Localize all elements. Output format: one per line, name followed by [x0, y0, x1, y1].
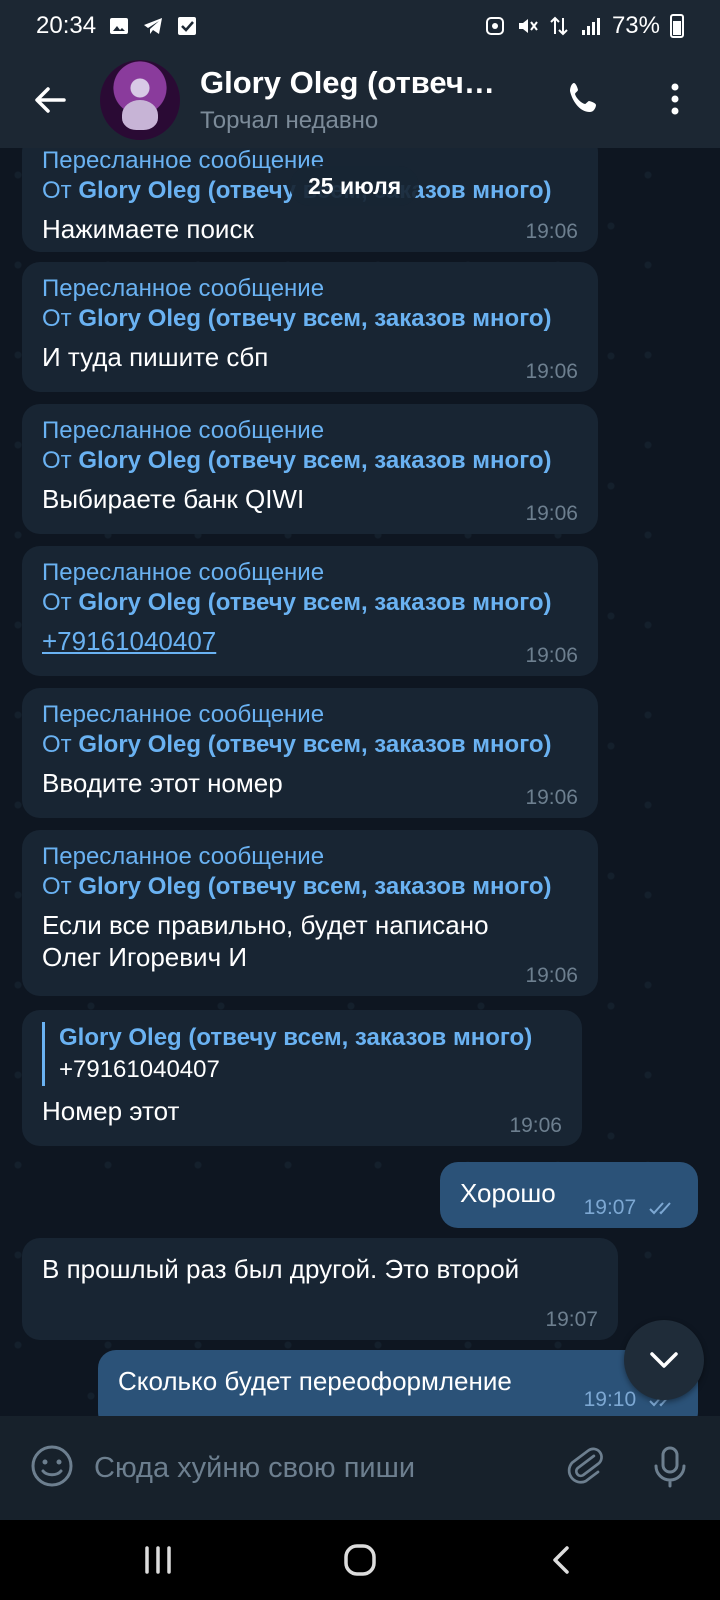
- chat-messages[interactable]: Пересланное сообщение От Glory Oleg (отв…: [0, 148, 720, 1416]
- message-bubble[interactable]: Пересланное сообщение От Glory Oleg (отв…: [22, 688, 598, 818]
- message-bubble-outgoing[interactable]: Хорошо 19:07: [440, 1162, 698, 1228]
- system-navigation-bar: [0, 1520, 720, 1600]
- mute-icon: [518, 19, 538, 33]
- message-bubble-outgoing[interactable]: Сколько будет переоформление 19:10: [98, 1350, 698, 1416]
- reply-quote[interactable]: Glory Oleg (отвечу всем, заказов много) …: [42, 1022, 562, 1086]
- smiley-icon: [31, 1445, 73, 1487]
- battery-icon: [670, 14, 684, 38]
- recent-apps-button[interactable]: [128, 1536, 188, 1584]
- emoji-button[interactable]: [28, 1442, 76, 1490]
- message-time: 19:06: [525, 644, 578, 667]
- message-input[interactable]: [94, 1444, 534, 1492]
- phone-link[interactable]: +79161040407: [42, 624, 578, 658]
- microphone-icon: [654, 1446, 686, 1488]
- forwarded-from: От Glory Oleg (отвечу всем, заказов мног…: [42, 447, 552, 474]
- chat-title: Glory Oleg (отвеч…: [200, 65, 495, 100]
- message-text: И туда пишите сбп: [42, 342, 269, 372]
- status-time: 20:34: [36, 12, 97, 39]
- forwarded-label: Пересланное сообщение: [42, 843, 325, 870]
- paperclip-icon: [567, 1447, 603, 1484]
- message-time: 19:06: [509, 1114, 562, 1137]
- message-time: 19:07: [583, 1196, 637, 1219]
- reply-author: Glory Oleg (отвечу всем, заказов много): [59, 1024, 533, 1051]
- message-time: 19:06: [525, 360, 578, 383]
- forwarded-from: От Glory Oleg (отвечу всем, заказов мног…: [42, 589, 552, 616]
- gallery-icon: [110, 18, 129, 34]
- more-options-button[interactable]: [650, 74, 700, 124]
- message-time-block: 19:07: [584, 1196, 678, 1220]
- message-bubble[interactable]: Пересланное сообщение От Glory Oleg (отв…: [22, 830, 598, 996]
- chat-title-block[interactable]: Glory Oleg (отвеч… Торчал недавно: [200, 65, 510, 135]
- message-time: 19:06: [525, 502, 578, 525]
- forwarded-from: От Glory Oleg (отвечу всем, заказов мног…: [42, 731, 552, 758]
- home-button[interactable]: [330, 1536, 390, 1584]
- message-bubble[interactable]: Glory Oleg (отвечу всем, заказов много) …: [22, 1010, 582, 1146]
- battery-percent: 73%: [611, 12, 660, 39]
- message-bubble[interactable]: Пересланное сообщение От Glory Oleg (отв…: [22, 546, 598, 676]
- forwarded-from: От Glory Oleg (отвечу всем, заказов мног…: [42, 873, 552, 900]
- message-text: Выбираете банк QIWI: [42, 484, 305, 514]
- forwarded-from: От Glory Oleg (отвечу всем, заказов мног…: [42, 305, 552, 332]
- call-button[interactable]: [560, 74, 610, 124]
- message-text: Нажимаете поиск: [42, 214, 254, 244]
- back-button[interactable]: [0, 52, 100, 148]
- forwarded-label: Пересланное сообщение: [42, 701, 325, 728]
- message-bubble[interactable]: Пересланное сообщение От Glory Oleg (отв…: [22, 262, 598, 392]
- message-bubble[interactable]: В прошлый раз был другой. Это второй 19:…: [22, 1238, 618, 1340]
- back-nav-button[interactable]: [532, 1536, 592, 1584]
- attach-button[interactable]: [560, 1442, 608, 1490]
- checkbox-icon: [178, 17, 197, 35]
- date-separator: 25 июля: [290, 166, 420, 206]
- phone-icon: [570, 83, 596, 112]
- home-icon: [344, 1544, 376, 1576]
- last-seen-status: Торчал недавно: [200, 107, 379, 134]
- message-time: 19:06: [525, 964, 578, 987]
- status-bar: 20:34 73%: [0, 0, 720, 52]
- data-arrows-icon: [550, 16, 568, 36]
- arrow-left-icon: [35, 87, 66, 113]
- chat-header: Glory Oleg (отвеч… Торчал недавно: [0, 52, 720, 148]
- message-time: 19:07: [545, 1308, 598, 1331]
- forwarded-label: Пересланное сообщение: [42, 417, 325, 444]
- message-text: Если все правильно, будет написано Олег …: [42, 910, 489, 972]
- signal-icon: [581, 18, 600, 35]
- back-chevron-icon: [553, 1546, 569, 1574]
- recent-apps-icon: [145, 1546, 171, 1574]
- telegram-icon: [144, 18, 163, 34]
- chevron-down-icon: [650, 1352, 678, 1368]
- recycle-icon: [485, 17, 504, 35]
- message-time: 19:10: [583, 1388, 637, 1411]
- message-text: Вводите этот номер: [42, 768, 283, 798]
- message-time: 19:06: [525, 220, 578, 243]
- forwarded-label: Пересланное сообщение: [42, 559, 325, 586]
- scroll-to-bottom-button[interactable]: [624, 1320, 704, 1400]
- message-input-bar: [0, 1416, 720, 1520]
- forwarded-label: Пересланное сообщение: [42, 275, 325, 302]
- more-vertical-icon: [671, 83, 679, 115]
- reply-snippet: +79161040407: [59, 1056, 220, 1083]
- avatar[interactable]: [100, 60, 180, 140]
- message-text: Номер этот: [42, 1096, 180, 1126]
- voice-record-button[interactable]: [646, 1442, 694, 1490]
- message-text: В прошлый раз был другой. Это второй: [42, 1254, 520, 1284]
- double-check-icon: [649, 1202, 671, 1215]
- message-bubble[interactable]: Пересланное сообщение От Glory Oleg (отв…: [22, 404, 598, 534]
- message-time: 19:06: [525, 786, 578, 809]
